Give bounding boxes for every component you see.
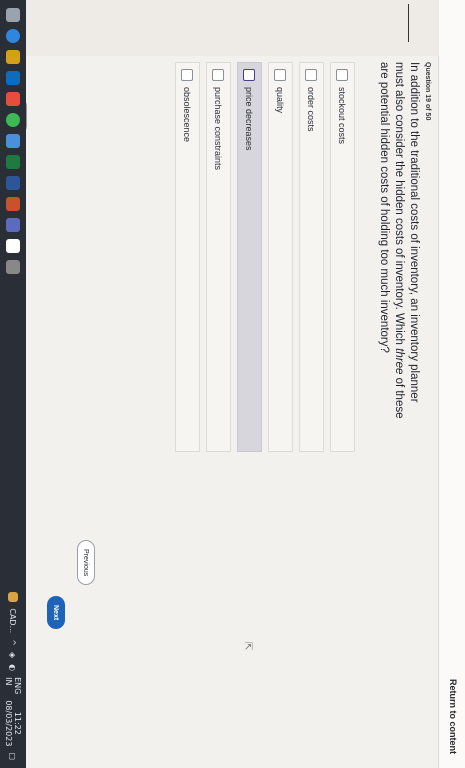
notification-icon[interactable]: ▢ <box>9 752 18 760</box>
checkbox-icon[interactable] <box>274 69 287 81</box>
language-indicator[interactable]: ENG IN <box>4 677 22 694</box>
edge-browser-icon[interactable] <box>6 29 20 43</box>
mail-icon[interactable] <box>6 92 20 106</box>
option-order-costs[interactable]: order costs <box>299 62 324 452</box>
option-label: purchase constraints <box>213 87 224 171</box>
checkbox-icon[interactable] <box>212 69 225 81</box>
start-icon[interactable] <box>6 8 20 22</box>
weather-icon[interactable] <box>8 592 18 603</box>
side-rail <box>26 0 439 56</box>
volume-icon[interactable]: ◐ <box>9 664 18 671</box>
question-number: Question 19 of 50 <box>424 62 431 121</box>
network-icon[interactable]: ◈ <box>9 652 18 658</box>
navigation-bar: Previous Next <box>47 62 95 630</box>
app-icon[interactable] <box>6 260 20 274</box>
checkbox-icon[interactable] <box>336 69 349 81</box>
option-label: stockout costs <box>337 87 348 145</box>
notepad-icon[interactable] <box>6 239 20 253</box>
option-purchase-constraints[interactable]: purchase constraints <box>206 62 231 452</box>
powerpoint-icon[interactable] <box>6 197 20 211</box>
return-to-content-link[interactable]: Return to content <box>448 679 458 754</box>
option-stockout-costs[interactable]: stockout costs <box>330 62 355 452</box>
checkbox-icon[interactable] <box>181 69 194 81</box>
answer-options: stockout costs order costs quality price… <box>169 62 355 452</box>
header-bar: Return to content <box>438 0 465 768</box>
question-text: In addition to the traditional costs of … <box>376 62 421 422</box>
option-label: quality <box>275 87 286 114</box>
clock[interactable]: 11:22 08/03/2023 <box>4 700 22 746</box>
question-panel: Question 19 of 50 In addition to the tra… <box>47 62 431 762</box>
checkbox-icon[interactable] <box>243 69 256 81</box>
weather-label[interactable]: CAD... <box>9 608 18 633</box>
option-obsolescence[interactable]: obsolescence <box>175 62 200 452</box>
option-label: obsolescence <box>182 87 193 143</box>
option-label: price decreases <box>244 87 255 151</box>
chrome-icon[interactable] <box>6 113 20 127</box>
word-icon[interactable] <box>6 176 20 190</box>
excel-icon[interactable] <box>6 155 20 169</box>
option-quality[interactable]: quality <box>268 62 293 452</box>
teams-icon[interactable] <box>6 218 20 232</box>
side-divider <box>408 4 409 42</box>
screen: Return to content Question 19 of 50 In a… <box>0 0 465 768</box>
question-text-emphasis: three <box>393 348 405 375</box>
clock-date: 08/03/2023 <box>4 700 13 747</box>
folder-icon[interactable] <box>6 50 20 64</box>
chevron-up-icon[interactable]: ^ <box>9 639 18 646</box>
system-tray: CAD... ^ ◈ ◐ ENG IN 11:22 08/03/2023 ▢ <box>4 592 22 760</box>
mouse-cursor-icon: ⇱ <box>242 642 253 651</box>
language-code: ENG <box>13 677 22 695</box>
clock-time: 11:22 <box>13 711 22 735</box>
previous-button[interactable]: Previous <box>77 540 95 586</box>
checkbox-icon[interactable] <box>305 69 318 81</box>
region-code: IN <box>4 677 13 686</box>
store-icon[interactable] <box>6 71 20 85</box>
option-price-decreases[interactable]: price decreases <box>237 62 262 452</box>
option-label: order costs <box>306 87 317 132</box>
next-button[interactable]: Next <box>47 596 65 630</box>
taskbar: CAD... ^ ◈ ◐ ENG IN 11:22 08/03/2023 ▢ <box>0 0 26 768</box>
settings-icon[interactable] <box>6 134 20 148</box>
